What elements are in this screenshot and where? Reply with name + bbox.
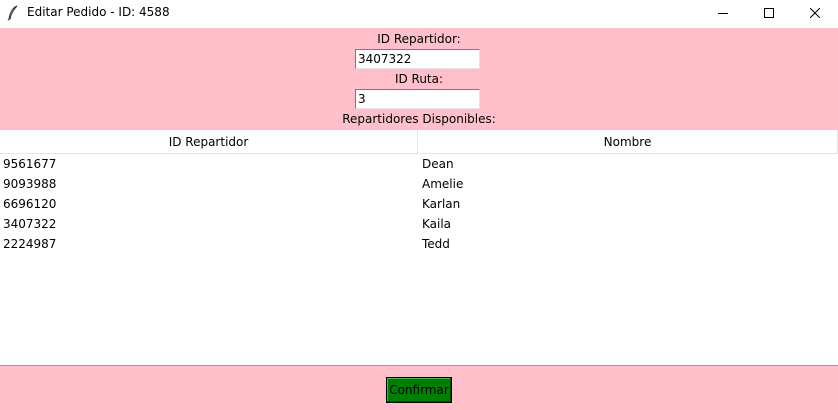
confirm-button[interactable]: Confirmar [386, 377, 452, 403]
feather-icon [7, 5, 19, 21]
title-bar: Editar Pedido - ID: 4588 [0, 0, 838, 26]
footer-panel: Confirmar [0, 365, 838, 410]
column-header-nombre[interactable]: Nombre [418, 130, 838, 154]
cell-id: 9093988 [3, 177, 57, 191]
table-row[interactable]: 2224987 Tedd [0, 234, 838, 254]
maximize-icon [764, 8, 774, 18]
cell-id: 2224987 [3, 237, 57, 251]
ruta-input[interactable] [355, 89, 480, 109]
maximize-button[interactable] [746, 0, 792, 26]
table-row[interactable]: 3407322 Kaila [0, 214, 838, 234]
column-header-id[interactable]: ID Repartidor [0, 130, 418, 154]
window-title: Editar Pedido - ID: 4588 [27, 5, 170, 19]
repartidor-label: ID Repartidor: [377, 32, 461, 46]
cell-id: 3407322 [3, 217, 57, 231]
cell-nombre: Karlan [422, 197, 461, 211]
table-row[interactable]: 9561677 Dean [0, 154, 838, 174]
close-icon [810, 8, 820, 18]
table-row[interactable]: 6696120 Karlan [0, 194, 838, 214]
repartidores-table[interactable]: ID Repartidor Nombre 9561677 Dean 909398… [0, 129, 838, 365]
cell-nombre: Kaila [422, 217, 452, 231]
table-header: ID Repartidor Nombre [0, 130, 838, 154]
cell-nombre: Tedd [422, 237, 450, 251]
disponibles-label: Repartidores Disponibles: [342, 112, 496, 126]
cell-id: 6696120 [3, 197, 57, 211]
ruta-label: ID Ruta: [394, 72, 444, 86]
close-button[interactable] [792, 0, 838, 26]
form-panel: ID Repartidor: ID Ruta: Repartidores Dis… [0, 28, 838, 129]
cell-nombre: Dean [422, 157, 454, 171]
minimize-button[interactable] [700, 0, 746, 26]
table-row[interactable]: 9093988 Amelie [0, 174, 838, 194]
repartidor-input[interactable] [355, 49, 480, 69]
cell-id: 9561677 [3, 157, 57, 171]
cell-nombre: Amelie [422, 177, 464, 191]
minimize-icon [718, 13, 728, 14]
